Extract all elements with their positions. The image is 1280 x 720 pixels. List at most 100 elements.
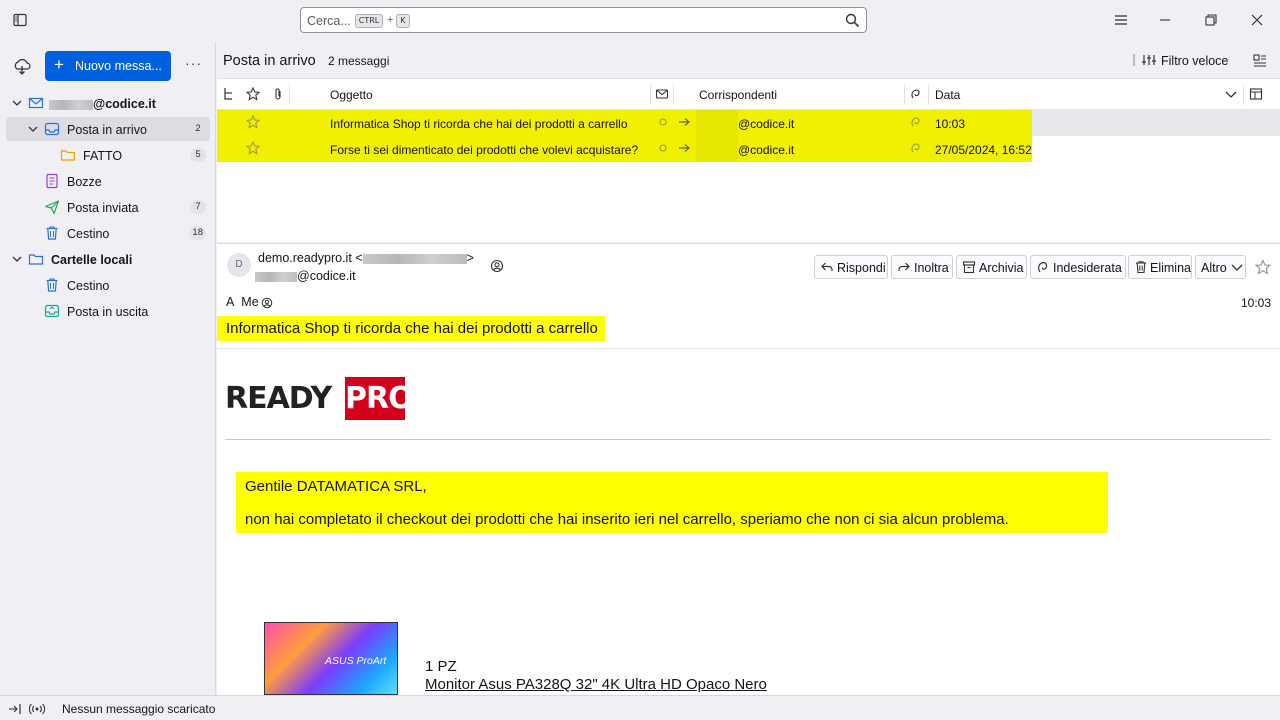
date-column-header[interactable]: Data — [935, 88, 960, 102]
shortcut-plus: + — [387, 14, 394, 26]
chevron-down-icon[interactable] — [1224, 87, 1238, 101]
account-row[interactable]: @codice.it — [6, 91, 210, 115]
spam-column-icon[interactable] — [655, 87, 669, 101]
star-icon[interactable] — [246, 115, 260, 129]
folder-title: Posta in arrivo — [223, 53, 316, 69]
to-prefix: A — [226, 295, 235, 309]
close-icon[interactable] — [1249, 12, 1265, 28]
local-folders-row[interactable]: Cartelle locali — [6, 247, 210, 271]
thread-column-icon[interactable] — [222, 87, 236, 101]
star-column-icon[interactable] — [246, 87, 260, 101]
trash-icon — [44, 277, 60, 293]
forward-button[interactable]: Inoltra — [891, 255, 953, 279]
delete-button[interactable]: Elimina — [1128, 255, 1192, 279]
message-count-badge: 7 — [190, 200, 206, 214]
sidebar-item-inbox[interactable]: Posta in arrivo 2 — [6, 117, 210, 141]
account-domain: @codice.it — [93, 97, 156, 111]
product-image-brand: ASUS ProArt — [325, 655, 387, 667]
correspondent-redacted — [696, 110, 738, 136]
search-input[interactable]: Cerca... CTRL + K — [300, 7, 867, 33]
readypro-logo: READY PRO — [225, 377, 414, 420]
sender-address-domain: @codice.it — [297, 269, 356, 283]
star-icon[interactable] — [246, 141, 260, 155]
sidebar-toggle-icon[interactable] — [12, 12, 28, 28]
chevron-down-icon[interactable] — [11, 253, 23, 265]
read-status-icon[interactable] — [657, 141, 671, 155]
search-placeholder: Cerca... — [307, 14, 351, 28]
junk-status-icon[interactable] — [909, 141, 923, 155]
add-contact-icon[interactable] — [490, 259, 504, 273]
contact-icon[interactable] — [261, 297, 273, 309]
correspondents-column-header[interactable]: Corrispondenti — [699, 88, 777, 102]
trash-icon — [44, 225, 60, 241]
product-image[interactable]: ASUS ProArt — [264, 622, 398, 695]
arrow-right-icon — [677, 141, 691, 155]
sidebar-item-fatto[interactable]: FATTO 5 — [6, 143, 210, 167]
other-actions-button[interactable]: Altro — [1195, 255, 1246, 279]
row-subject: Forse ti sei dimenticato dei prodotti ch… — [330, 143, 639, 157]
new-message-button[interactable]: + Nuovo messa... — [45, 51, 171, 81]
sidebar-item-local-trash[interactable]: Cestino — [6, 273, 210, 297]
thread-pane-header: Posta in arrivo 2 messaggi Filtro veloce — [217, 42, 1280, 79]
sender-name[interactable]: demo.readypro.it < > — [258, 251, 474, 265]
arrow-right-icon — [677, 115, 691, 129]
product-quantity: 1 PZ — [425, 658, 457, 675]
plus-icon: + — [54, 55, 64, 74]
restore-icon[interactable] — [1203, 12, 1219, 28]
chevron-down-icon[interactable] — [11, 97, 23, 109]
star-icon[interactable] — [1255, 259, 1271, 275]
column-separator — [904, 85, 905, 105]
column-separator — [928, 85, 929, 105]
sidebar-item-label: Posta in uscita — [67, 305, 149, 319]
row-correspondent: @codice.it — [738, 143, 795, 157]
mail-account-icon — [28, 95, 44, 111]
message-body: READY PRO Gentile DATAMATICA SRL, non ha… — [217, 349, 1280, 695]
subject-column-header[interactable]: Oggetto — [330, 88, 373, 102]
collapse-pane-icon[interactable] — [8, 702, 22, 716]
chevron-down-icon — [1230, 260, 1244, 274]
chevron-down-icon[interactable] — [27, 123, 39, 135]
greeting-line: Gentile DATAMATICA SRL, — [245, 478, 427, 495]
sender-display-name: demo.readypro.it — [258, 251, 352, 265]
sidebar-item-label: Posta inviata — [67, 201, 139, 215]
row-date: 10:03 — [935, 117, 966, 131]
sidebar-item-label: Posta in arrivo — [67, 123, 147, 137]
reply-button[interactable]: Rispondi — [814, 255, 888, 279]
sidebar-item-sent[interactable]: Posta inviata 7 — [6, 195, 210, 219]
get-messages-icon[interactable] — [13, 58, 31, 76]
row-subject: Informatica Shop ti ricorda che hai dei … — [330, 117, 628, 131]
archive-button[interactable]: Archivia — [956, 255, 1027, 279]
product-link[interactable]: Monitor Asus PA328Q 32" 4K Ultra HD Opac… — [425, 676, 767, 693]
app-menu-icon[interactable] — [1113, 12, 1129, 28]
display-options-icon[interactable] — [1252, 53, 1268, 69]
sent-icon — [44, 199, 60, 215]
message-time: 10:03 — [1240, 296, 1271, 310]
folder-pane: + Nuovo messa... ··· @codice.it Posta in… — [0, 42, 216, 695]
read-status-icon[interactable] — [657, 115, 671, 129]
avatar: D — [227, 253, 251, 277]
junk-status-icon[interactable] — [909, 115, 923, 129]
local-folders-icon — [28, 251, 44, 267]
sidebar-item-trash[interactable]: Cestino 18 — [6, 221, 210, 245]
column-picker-icon[interactable] — [1249, 87, 1263, 101]
message-count-badge: 18 — [189, 226, 206, 240]
sidebar-item-outbox[interactable]: Posta in uscita — [6, 299, 210, 323]
search-icon[interactable] — [845, 13, 860, 28]
minimize-icon[interactable] — [1157, 12, 1173, 28]
sidebar-item-drafts[interactable]: Bozze — [6, 169, 210, 193]
message-count-badge: 5 — [190, 148, 206, 162]
junk-button[interactable]: Indesiderata — [1030, 255, 1126, 279]
table-row[interactable]: Informatica Shop ti ricorda che hai dei … — [217, 110, 1280, 136]
reply-icon — [820, 260, 834, 274]
delete-label: Elimina — [1150, 261, 1191, 275]
logo-pro-text: PRO — [345, 377, 414, 420]
recipient-name[interactable]: Me — [241, 295, 258, 309]
online-status-icon[interactable] — [29, 702, 45, 716]
more-options-button[interactable]: ··· — [185, 55, 202, 71]
table-row[interactable]: Forse ti sei dimenticato dei prodotti ch… — [217, 136, 1280, 162]
thread-pane: Posta in arrivo 2 messaggi Filtro veloce… — [217, 42, 1280, 242]
attachment-column-icon[interactable] — [271, 87, 285, 101]
message-header: D demo.readypro.it < > @codice.it Rispond… — [217, 243, 1280, 349]
junk-status-column-icon[interactable] — [909, 87, 923, 101]
message-count: 2 messaggi — [328, 54, 390, 68]
